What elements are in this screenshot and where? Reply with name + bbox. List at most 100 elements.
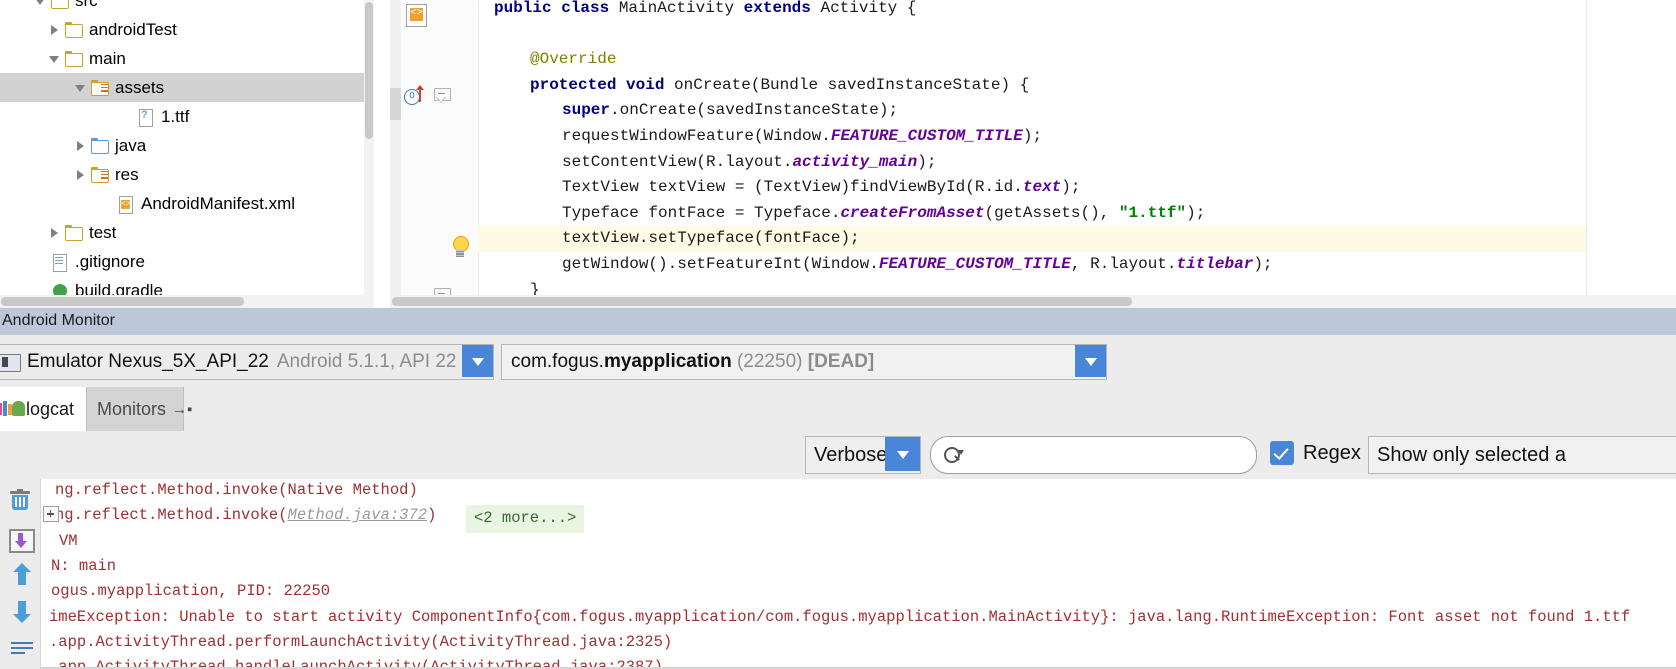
file-xml-icon: <> [117, 195, 135, 214]
scroll-to-end-icon[interactable] [6, 525, 35, 553]
editor-code-text[interactable]: public class MainActivity extends Activi… [478, 0, 1676, 308]
code-fold-handle[interactable] [434, 88, 451, 104]
down-arrow-icon[interactable] [6, 599, 34, 627]
code-line[interactable]: @Override [478, 47, 1676, 73]
code-line[interactable]: TextView textView = (TextView)findViewBy… [478, 175, 1676, 201]
device-selector[interactable]: Emulator Nexus_5X_API_22 Android 5.1.1, … [0, 344, 494, 380]
tree-scrollbar-thumb[interactable] [365, 2, 373, 139]
android-monitor-title: Android Monitor [2, 312, 115, 329]
search-icon[interactable] [944, 446, 966, 464]
regex-toggle[interactable]: Regex [1270, 441, 1361, 465]
code-line[interactable]: Typeface fontFace = Typeface.createFromA… [478, 201, 1676, 227]
log-level-chevron-down-icon[interactable] [885, 437, 920, 471]
editor-gutter[interactable]: <> O [390, 0, 479, 308]
device-meta-label: Android 5.1.1, API 22 [276, 351, 457, 372]
code-token: getWindow().setFeatureInt(Window. [562, 255, 879, 273]
code-token: , R.layout. [1070, 255, 1177, 273]
tree-vertical-scrollbar[interactable] [364, 0, 374, 295]
logcat-line[interactable]: imeException: Unable to start activity C… [49, 605, 1630, 630]
code-line[interactable]: requestWindowFeature(Window.FEATURE_CUST… [478, 124, 1676, 150]
logcat-line[interactable]: N: main [51, 554, 116, 579]
code-token: TextView textView = (TextView)findViewBy… [562, 178, 1023, 197]
logcat-line[interactable]: ng.reflect.Method.invoke(Method.java:372… [55, 503, 436, 528]
folder-src-icon [91, 79, 109, 96]
tree-item-assets[interactable]: assets [0, 73, 374, 102]
tree-item-main[interactable]: main [0, 44, 374, 73]
logcat-line[interactable]: ng.reflect.Method.invoke(Native Method) [55, 479, 418, 503]
tab-monitors[interactable]: Monitors →▪ [86, 387, 192, 431]
file-q-icon [137, 108, 155, 127]
logcat-search-input[interactable] [930, 436, 1257, 474]
chevron-right-icon[interactable] [48, 226, 61, 239]
logcat-line[interactable]: .app.ActivityThread.performLaunchActivit… [49, 630, 672, 655]
tab-monitors-detach-icon[interactable]: →▪ [172, 401, 192, 418]
code-line[interactable]: setContentView(R.layout.activity_main); [478, 150, 1676, 176]
chevron-right-icon[interactable] [74, 168, 87, 181]
editor-marker-strip [390, 0, 401, 308]
tree-item-test[interactable]: test [0, 218, 374, 247]
tab-logcat-label: logcat [26, 398, 75, 419]
more-frames-badge[interactable]: <2 more...> [466, 505, 585, 533]
expand-stacktrace-icon[interactable] [43, 506, 59, 523]
tree-item-label: androidTest [89, 19, 177, 39]
tree-item-label: 1.ttf [161, 106, 190, 126]
process-selector[interactable]: com.fogus.myapplication (22250) [DEAD] [501, 344, 1107, 380]
file-txt-icon [51, 253, 69, 272]
chevron-down-icon[interactable] [34, 0, 47, 7]
code-token: activity_main [792, 152, 918, 171]
code-line[interactable] [478, 22, 1676, 48]
stacktrace-link[interactable]: Method.java:372 [288, 506, 428, 524]
up-arrow-icon[interactable] [6, 563, 34, 591]
chevron-right-icon[interactable] [74, 139, 87, 152]
logcat-line[interactable]: ogus.myapplication, PID: 22250 [51, 579, 330, 604]
tree-item-src[interactable]: src [0, 0, 374, 15]
code-line[interactable]: protected void onCreate(Bundle savedInst… [478, 73, 1676, 99]
folder-icon [51, 0, 69, 9]
chevron-right-icon[interactable] [48, 23, 61, 36]
code-token: @Override [530, 50, 617, 69]
tree-horizontal-scrollbar[interactable] [0, 295, 374, 308]
editor-hscrollbar-thumb[interactable] [392, 297, 1132, 306]
logcat-text-area[interactable]: ng.reflect.Method.invoke(Native Method) n… [41, 479, 1676, 669]
process-selector-chevron-down-icon[interactable] [1075, 345, 1106, 377]
code-line[interactable]: super.onCreate(savedInstanceState); [478, 98, 1676, 124]
device-selector-chevron-down-icon[interactable] [462, 345, 493, 377]
code-editor[interactable]: <> O public class MainActivity extends A… [390, 0, 1676, 308]
chevron-down-icon[interactable] [48, 52, 61, 65]
tree-hscrollbar-thumb[interactable] [1, 297, 244, 306]
soft-wrap-icon[interactable] [6, 635, 34, 663]
override-method-icon[interactable]: O [404, 85, 426, 106]
tab-logcat[interactable]: logcat [0, 387, 100, 431]
tree-item-label: test [89, 222, 117, 242]
code-token: ); [1253, 255, 1273, 273]
code-token: ); [917, 152, 937, 171]
code-line[interactable]: textView.setTypeface(fontFace); [478, 226, 1676, 252]
logcat-line[interactable]: VM [59, 529, 78, 554]
monitor-device-row: Emulator Nexus_5X_API_22 Android 5.1.1, … [0, 335, 1676, 388]
code-line[interactable]: getWindow().setFeatureInt(Window.FEATURE… [478, 252, 1676, 278]
tree-item-androidtest[interactable]: androidTest [0, 15, 374, 44]
intention-bulb-icon[interactable] [450, 236, 470, 258]
project-tree[interactable]: src androidTest main assets 1.ttf java res <> An… [0, 0, 374, 308]
chevron-down-icon[interactable] [74, 81, 87, 94]
logcat-output[interactable]: ng.reflect.Method.invoke(Native Method) n… [0, 479, 1676, 669]
tree-item-label: main [89, 48, 126, 68]
filter-scope-selector[interactable]: Show only selected a [1368, 436, 1676, 474]
tree-item-1-ttf[interactable]: 1.ttf [0, 102, 374, 131]
tree-item--gitignore[interactable]: .gitignore [0, 247, 374, 276]
tree-item-androidmanifest-xml[interactable]: <> AndroidManifest.xml [0, 189, 374, 218]
tree-item-res[interactable]: res [0, 160, 374, 189]
class-file-icon: <> [406, 4, 427, 27]
tab-monitors-label: Monitors [97, 398, 167, 419]
code-token: super [562, 101, 611, 120]
code-token: ); [1186, 203, 1206, 222]
regex-label: Regex [1303, 441, 1361, 464]
editor-horizontal-scrollbar[interactable] [390, 295, 1676, 308]
code-token: Activity { [820, 0, 917, 17]
code-line[interactable]: public class MainActivity extends Activi… [478, 0, 1676, 22]
clear-logcat-icon[interactable] [6, 487, 34, 515]
tree-item-java[interactable]: java [0, 131, 374, 160]
log-level-selector[interactable]: Verbose [805, 436, 921, 474]
regex-checkbox[interactable] [1270, 441, 1294, 465]
